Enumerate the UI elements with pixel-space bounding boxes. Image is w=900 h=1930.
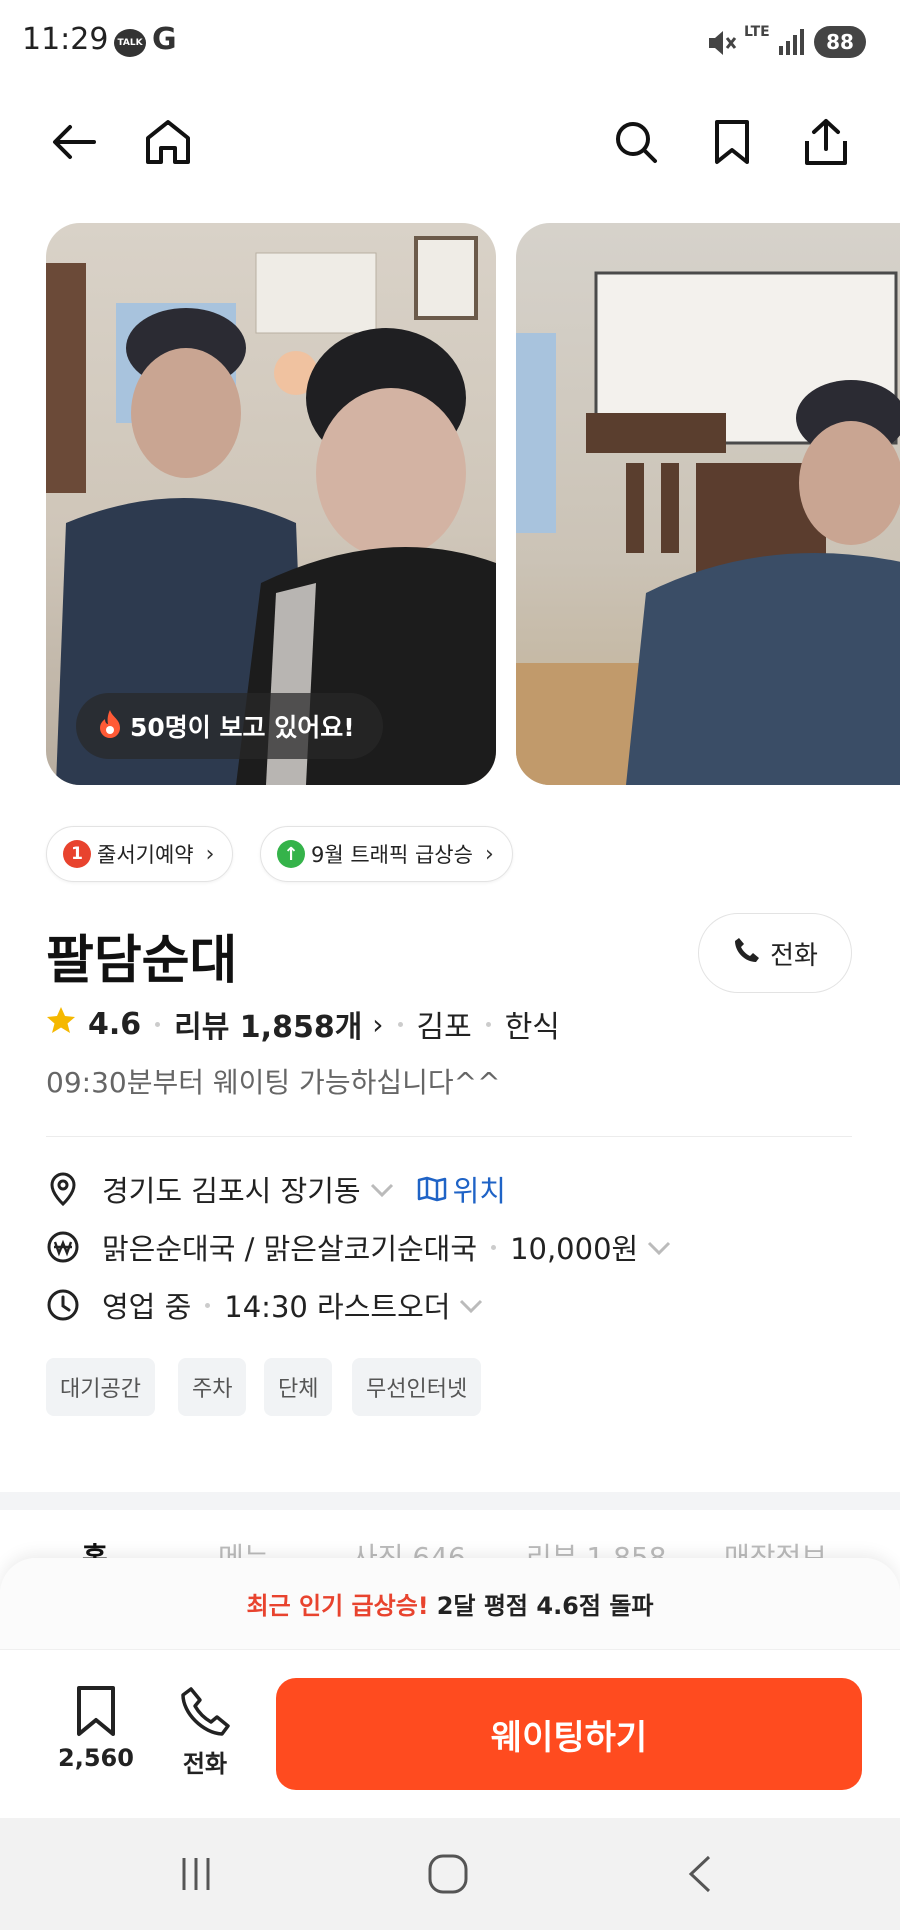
recent-apps-button[interactable]: [166, 1848, 226, 1900]
promo-highlight: 최근 인기 급상승!: [246, 1592, 429, 1620]
top-navigation: [0, 100, 900, 180]
phone-icon: [732, 935, 762, 972]
traffic-surge-chip[interactable]: ↑ 9월 트래픽 급상승 ›: [260, 826, 513, 882]
system-navigation-bar: [0, 1818, 900, 1930]
map-location-link[interactable]: 위치: [417, 1168, 506, 1210]
lte-label: LTE: [744, 24, 770, 40]
hours-row[interactable]: 영업 중 14:30 라스트오더: [46, 1284, 484, 1326]
call-label: 전화: [182, 1750, 228, 1778]
chip-label: 9월 트래픽 급상승: [311, 843, 473, 867]
photo-illustration-2: [516, 271, 900, 785]
bookmark-button[interactable]: [702, 112, 762, 172]
chevron-down-icon[interactable]: [646, 1230, 672, 1264]
promo-text: 2달 평점 4.6점 돌파: [436, 1592, 654, 1620]
call-label: 전화: [770, 940, 818, 971]
viewer-count-text: 50명이 보고 있어요!: [130, 713, 355, 742]
call-button[interactable]: 전화: [698, 913, 852, 993]
arrow-up-icon: ↑: [277, 840, 305, 868]
chevron-down-icon[interactable]: [458, 1288, 484, 1322]
kakaotalk-icon: TALK: [114, 29, 146, 57]
search-icon: [616, 122, 657, 163]
system-back-button[interactable]: [670, 1848, 730, 1900]
signal-icon: [778, 28, 806, 60]
amenity-tag: 대기공간: [46, 1358, 155, 1416]
share-button[interactable]: [796, 112, 856, 172]
bookmark-icon: [77, 1686, 115, 1736]
share-icon: [805, 119, 847, 165]
location-pin-icon: [46, 1172, 80, 1206]
save-button[interactable]: 2,560: [48, 1684, 144, 1780]
arrow-left-icon: [53, 125, 96, 159]
location-label: 위치: [452, 1174, 506, 1208]
clock-icon: [46, 1288, 80, 1322]
waiting-button[interactable]: 웨이팅하기: [276, 1678, 862, 1790]
store-photo-2[interactable]: [516, 223, 900, 785]
bottom-call-button[interactable]: 전화: [160, 1684, 250, 1780]
amenity-tag: 주차: [178, 1358, 247, 1416]
divider: [46, 1136, 852, 1137]
amenity-tag: 단체: [264, 1358, 333, 1416]
mute-icon: [706, 28, 738, 62]
map-icon: [417, 1176, 446, 1202]
review-link[interactable]: 리뷰 1,858개 ›: [174, 1002, 383, 1046]
home-button[interactable]: [138, 112, 198, 172]
region-label: 김포: [416, 1010, 472, 1045]
last-order-text: 14:30 라스트오더: [224, 1290, 451, 1324]
star-icon: [46, 1005, 76, 1043]
promo-banner: 최근 인기 급상승! 2달 평점 4.6점 돌파: [0, 1558, 900, 1650]
back-button[interactable]: [44, 112, 104, 172]
address-text: 경기도 김포시 장기동: [102, 1174, 361, 1208]
recent-apps-icon: [182, 1858, 210, 1890]
bookmark-icon: [715, 120, 749, 164]
rating-value: 4.6: [88, 1006, 142, 1042]
address-row[interactable]: 경기도 김포시 장기동 위치: [46, 1168, 506, 1210]
chip-number-badge: 1: [63, 840, 91, 868]
system-home-button[interactable]: [418, 1848, 478, 1900]
section-divider: [0, 1492, 900, 1510]
open-status: 영업 중: [102, 1290, 192, 1324]
won-icon: [46, 1230, 80, 1264]
store-name: 팔담순대: [46, 931, 238, 991]
price-text: 10,000원: [510, 1232, 639, 1266]
photo-gallery[interactable]: 50명이 보고 있어요!: [0, 223, 900, 785]
phone-icon: [181, 1687, 230, 1736]
home-circle-icon: [428, 1854, 468, 1894]
chevron-right-icon: ›: [484, 841, 494, 867]
search-button[interactable]: [606, 112, 666, 172]
google-icon: G: [152, 22, 177, 57]
chevron-right-icon: ›: [372, 1007, 384, 1041]
rating-row: 4.6 리뷰 1,858개 › 김포 한식: [46, 1002, 560, 1046]
menu-price-row[interactable]: 맑은순대국 / 맑은살코기순대국 10,000원: [46, 1226, 672, 1268]
amenity-tag: 무선인터넷: [352, 1358, 482, 1416]
home-icon: [146, 120, 190, 164]
menu-text: 맑은순대국 / 맑은살코기순대국: [102, 1232, 478, 1266]
chevron-right-icon: ›: [205, 841, 215, 867]
chevron-left-icon: [688, 1855, 711, 1893]
battery-indicator: 88: [814, 26, 866, 58]
fire-icon: [98, 708, 122, 744]
store-notice: 09:30분부터 웨이팅 가능하십니다^^: [46, 1066, 501, 1099]
save-count: 2,560: [58, 1744, 134, 1772]
status-bar: 11:29 TALK G LTE 88: [0, 0, 900, 86]
review-count: 리뷰 1,858개: [174, 1010, 363, 1045]
chevron-down-icon[interactable]: [369, 1172, 395, 1206]
status-time: 11:29: [22, 22, 109, 57]
category-label: 한식: [504, 1010, 560, 1045]
viewer-count-badge: 50명이 보고 있어요!: [76, 693, 383, 759]
chip-label: 줄서기예약: [97, 843, 194, 867]
store-photo-1[interactable]: 50명이 보고 있어요!: [46, 223, 496, 785]
queue-reservation-chip[interactable]: 1 줄서기예약 ›: [46, 826, 234, 882]
